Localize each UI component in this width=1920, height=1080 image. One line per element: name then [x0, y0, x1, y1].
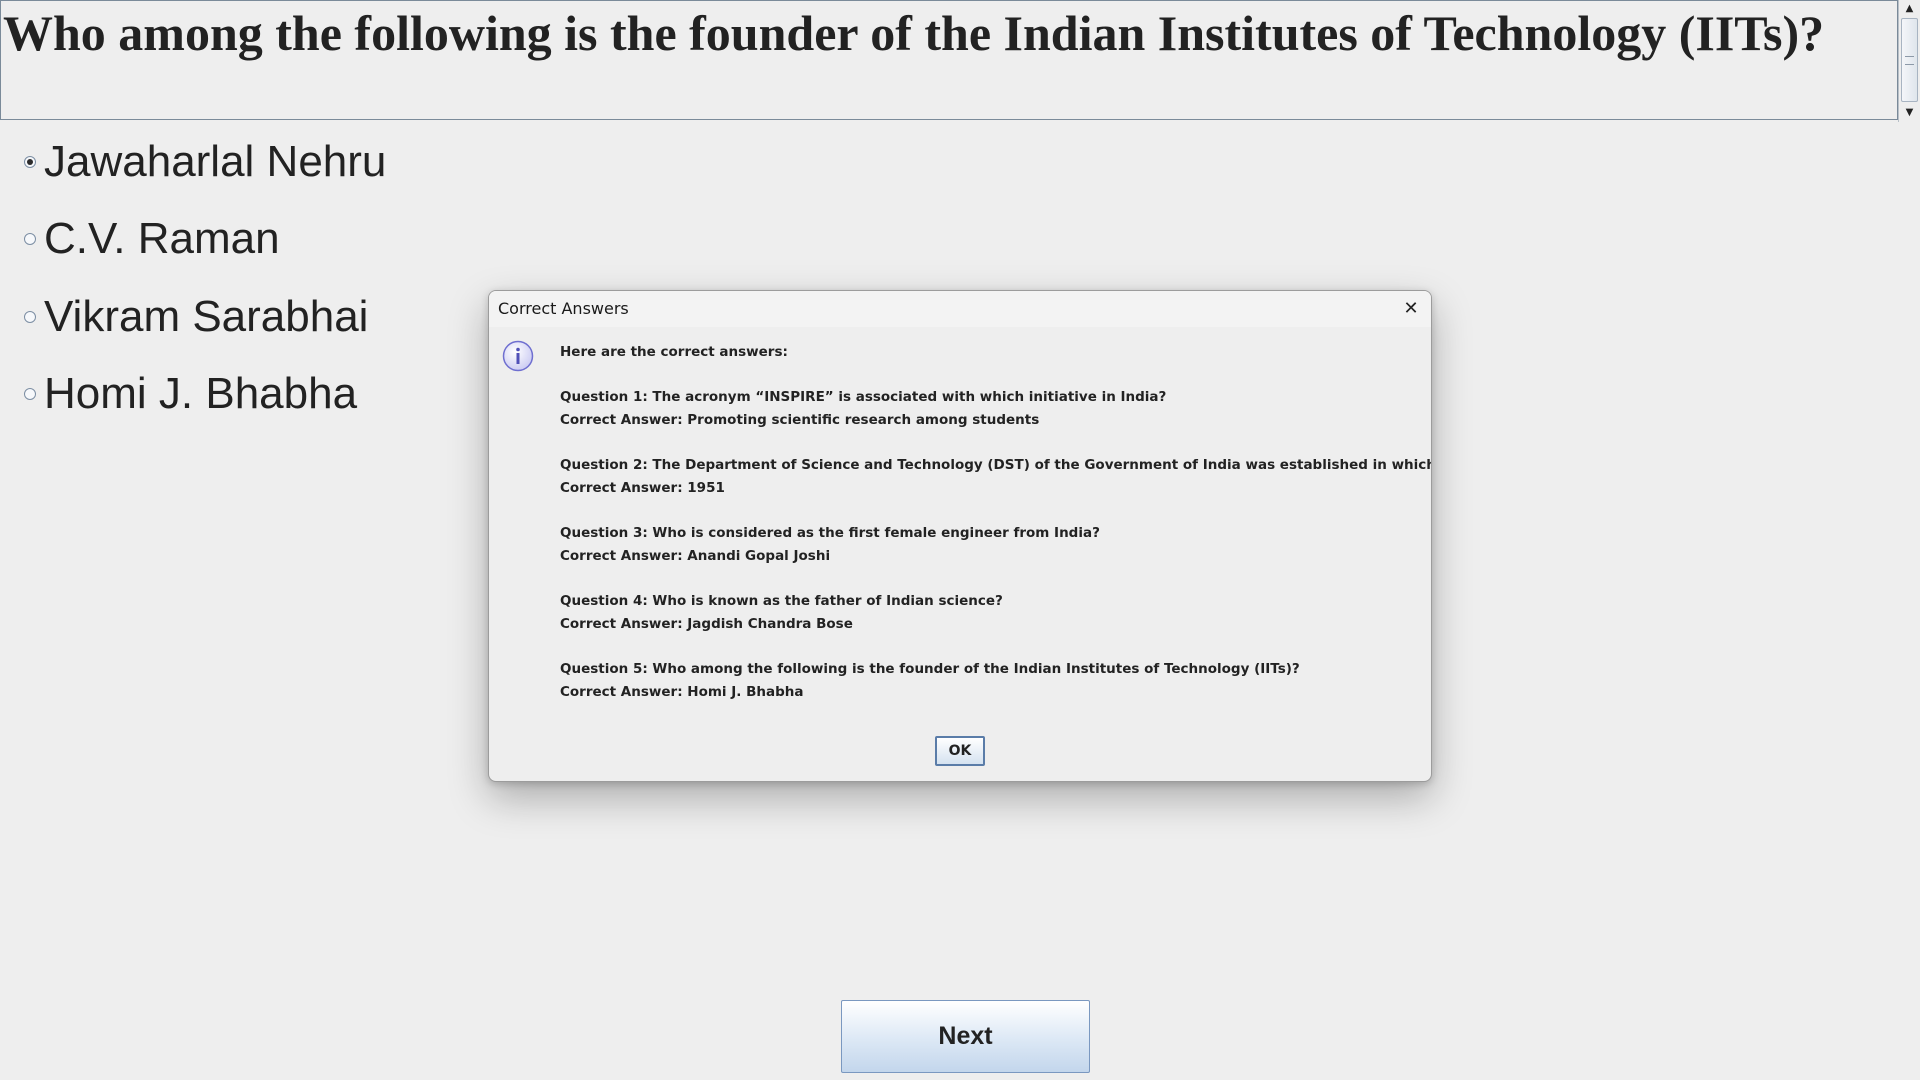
option-3[interactable]: Vikram Sarabhai — [24, 287, 368, 347]
dialog-title: Correct Answers — [498, 299, 629, 318]
vertical-scrollbar[interactable]: ▲ ▼ — [1898, 0, 1920, 122]
option-label: Homi J. Bhabha — [44, 369, 358, 418]
answer-text: Correct Answer: 1951 — [560, 480, 725, 496]
question-text-area[interactable]: Who among the following is the founder o… — [0, 0, 1898, 120]
answer-text: Correct Answer: Promoting scientific res… — [560, 412, 1040, 428]
option-label: Vikram Sarabhai — [44, 292, 369, 341]
option-1[interactable]: Jawaharlal Nehru — [24, 132, 386, 192]
next-button[interactable]: Next — [841, 1000, 1090, 1073]
radio-button[interactable] — [24, 388, 36, 400]
close-icon[interactable]: ✕ — [1397, 295, 1425, 323]
option-2[interactable]: C.V. Raman — [24, 209, 280, 269]
scrollbar-thumb[interactable] — [1901, 18, 1918, 102]
arrow-up-icon[interactable]: ▲ — [1899, 0, 1920, 18]
answer-question: Question 1: The acronym “INSPIRE” is ass… — [560, 389, 1167, 405]
dialog-message: Here are the correct answers: Question 1… — [560, 341, 1432, 704]
answer-question: Question 5: Who among the following is t… — [560, 661, 1300, 677]
radio-button-selected[interactable] — [24, 156, 36, 168]
radio-button[interactable] — [24, 233, 36, 245]
answer-question: Question 2: The Department of Science an… — [560, 457, 1432, 473]
answer-text: Correct Answer: Anandi Gopal Joshi — [560, 548, 831, 564]
answer-question: Question 3: Who is considered as the fir… — [560, 525, 1100, 541]
option-label: C.V. Raman — [44, 214, 280, 263]
answer-question: Question 4: Who is known as the father o… — [560, 593, 1003, 609]
correct-answers-dialog: Correct Answers ✕ Here are the correct a… — [488, 290, 1432, 782]
dialog-titlebar[interactable]: Correct Answers ✕ — [489, 291, 1431, 327]
answer-text: Correct Answer: Jagdish Chandra Bose — [560, 616, 853, 632]
option-4[interactable]: Homi J. Bhabha — [24, 364, 357, 424]
ok-button[interactable]: OK — [935, 736, 985, 766]
answer-text: Correct Answer: Homi J. Bhabha — [560, 684, 804, 700]
radio-button[interactable] — [24, 311, 36, 323]
question-text: Who among the following is the founder o… — [3, 5, 1825, 61]
info-icon — [502, 340, 534, 372]
option-label: Jawaharlal Nehru — [44, 137, 387, 186]
dialog-intro: Here are the correct answers: — [560, 344, 788, 360]
arrow-down-icon[interactable]: ▼ — [1899, 104, 1920, 122]
